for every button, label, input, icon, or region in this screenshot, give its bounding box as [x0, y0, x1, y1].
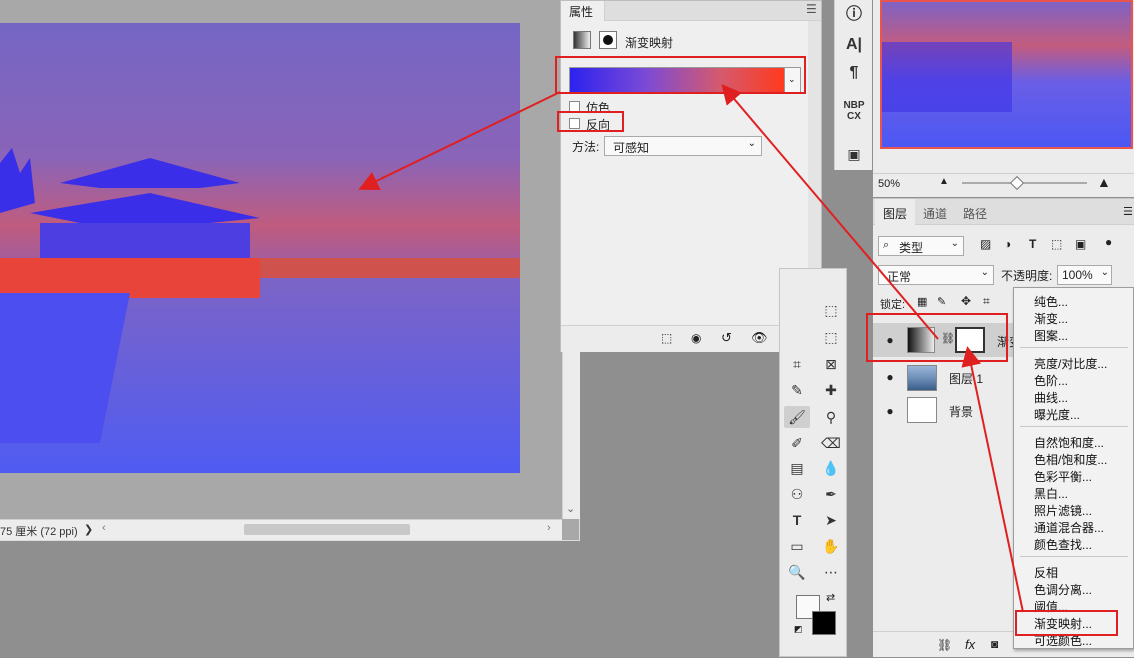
arrow-to-layer [961, 346, 1024, 613]
arrow-to-gradient [721, 83, 939, 340]
annotation-arrows [358, 83, 1024, 613]
arrow-to-canvas [358, 91, 561, 191]
